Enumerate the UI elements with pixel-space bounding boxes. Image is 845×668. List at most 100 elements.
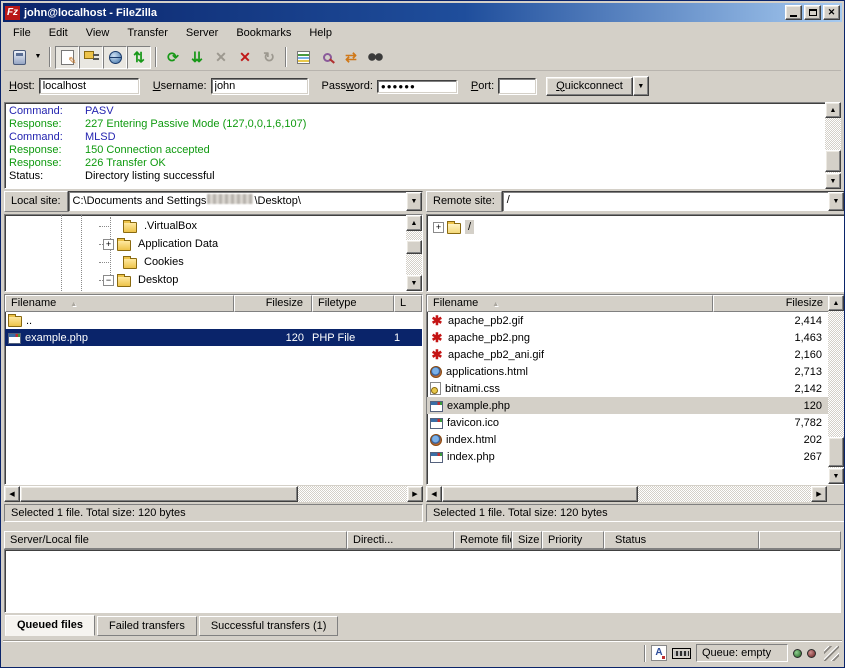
- tab-failed-transfers[interactable]: Failed transfers: [97, 616, 197, 636]
- scroll-down-icon[interactable]: ▼: [828, 468, 844, 484]
- tab-queued-files[interactable]: Queued files: [5, 615, 95, 636]
- scroll-right-icon[interactable]: ▶: [811, 486, 827, 502]
- file-row[interactable]: index.php267: [427, 448, 844, 465]
- menu-file[interactable]: File: [4, 24, 40, 42]
- log-scrollbar[interactable]: ▲ ▼: [825, 102, 841, 189]
- column-filetype[interactable]: Filetype: [312, 295, 394, 312]
- file-row[interactable]: index.html202: [427, 431, 844, 448]
- toggle-local-tree-button[interactable]: [79, 46, 103, 69]
- filters-button[interactable]: [291, 46, 315, 69]
- menu-transfer[interactable]: Transfer: [118, 24, 177, 42]
- port-input[interactable]: [498, 78, 536, 94]
- sort-ascending-icon: ▲: [492, 301, 499, 308]
- scroll-up-icon[interactable]: ▲: [828, 295, 844, 311]
- site-manager-button[interactable]: [7, 46, 31, 69]
- directory-comparison-button[interactable]: [315, 46, 339, 69]
- remote-list-hscrollbar[interactable]: ◀ ▶: [426, 486, 827, 502]
- collapse-icon[interactable]: −: [103, 275, 114, 286]
- local-path-combobox[interactable]: C:\Documents and Settings\Desktop\ ▼: [68, 191, 423, 212]
- host-input[interactable]: [39, 78, 139, 94]
- toggle-message-log-button[interactable]: ✎: [55, 46, 79, 69]
- column-priority[interactable]: Priority: [542, 531, 604, 549]
- scroll-left-icon[interactable]: ◀: [4, 486, 20, 502]
- scrollbar-thumb[interactable]: [825, 150, 841, 172]
- scrollbar-thumb[interactable]: [20, 486, 298, 502]
- column-empty[interactable]: [759, 531, 841, 549]
- local-path-dropdown-button[interactable]: ▼: [406, 192, 422, 211]
- scroll-left-icon[interactable]: ◀: [426, 486, 442, 502]
- column-filename[interactable]: Filename▲: [427, 295, 713, 312]
- quickconnect-button[interactable]: Quickconnect: [546, 77, 633, 96]
- local-site-bar: Local site: C:\Documents and Settings\De…: [4, 191, 423, 212]
- quickconnect-dropdown-button[interactable]: ▼: [633, 76, 649, 96]
- file-row-parent-dir[interactable]: ..: [5, 312, 422, 329]
- scrollbar-thumb[interactable]: [406, 240, 422, 254]
- password-input[interactable]: [377, 80, 457, 93]
- cancel-button[interactable]: ✕: [209, 46, 233, 69]
- menu-help[interactable]: Help: [300, 24, 341, 42]
- refresh-button[interactable]: ⟳: [161, 46, 185, 69]
- file-row[interactable]: ✱apache_pb2.gif2,414: [427, 312, 844, 329]
- scrollbar-thumb[interactable]: [828, 437, 844, 467]
- process-queue-button[interactable]: ⇊: [185, 46, 209, 69]
- file-row[interactable]: ✱apache_pb2_ani.gif2,160: [427, 346, 844, 363]
- tree-item-virtualbox[interactable]: .VirtualBox: [5, 217, 422, 235]
- expand-icon[interactable]: +: [433, 222, 444, 233]
- remote-list-vscrollbar[interactable]: ▲ ▼: [828, 295, 844, 484]
- local-tree-scrollbar[interactable]: ▲ ▼: [406, 215, 422, 291]
- minimize-button[interactable]: [785, 5, 802, 20]
- menu-view[interactable]: View: [77, 24, 119, 42]
- column-remote-file[interactable]: Remote file: [454, 531, 512, 549]
- file-row[interactable]: applications.html2,713: [427, 363, 844, 380]
- scrollbar-thumb[interactable]: [442, 486, 638, 502]
- local-directory-tree: .VirtualBox + Application Data Cookies −…: [4, 214, 423, 292]
- toggle-transfer-queue-button[interactable]: ⇅: [127, 46, 151, 69]
- expand-icon[interactable]: +: [103, 239, 114, 250]
- tab-successful-transfers[interactable]: Successful transfers (1): [199, 616, 339, 636]
- scroll-right-icon[interactable]: ▶: [407, 486, 423, 502]
- local-list-hscrollbar[interactable]: ◀ ▶: [4, 486, 423, 502]
- column-direction[interactable]: Directi...: [347, 531, 454, 549]
- file-row-selected[interactable]: example.php120: [427, 397, 844, 414]
- disconnect-button[interactable]: ✕: [233, 46, 257, 69]
- menu-server[interactable]: Server: [177, 24, 227, 42]
- toggle-remote-tree-button[interactable]: [103, 46, 127, 69]
- password-label: Password:: [322, 80, 373, 92]
- resize-grip[interactable]: [824, 646, 839, 661]
- tree-item-desktop[interactable]: − Desktop: [5, 271, 422, 289]
- file-row[interactable]: ✱apache_pb2.png1,463: [427, 329, 844, 346]
- tree-item-cookies[interactable]: Cookies: [5, 253, 422, 271]
- maximize-button[interactable]: [804, 5, 821, 20]
- tree-item-root[interactable]: + /: [427, 218, 844, 236]
- message-log: Command:PASV Response:227 Entering Passi…: [4, 102, 827, 189]
- menu-edit[interactable]: Edit: [40, 24, 77, 42]
- remote-path-value: /: [503, 192, 828, 211]
- reconnect-button[interactable]: ↻: [257, 46, 281, 69]
- scroll-up-icon[interactable]: ▲: [825, 102, 841, 118]
- file-row[interactable]: bitnami.css2,142: [427, 380, 844, 397]
- sync-arrows-icon: ⇄: [345, 50, 357, 64]
- column-last-modified[interactable]: L: [394, 295, 422, 312]
- scroll-down-icon[interactable]: ▼: [825, 173, 841, 189]
- scroll-down-icon[interactable]: ▼: [406, 275, 422, 291]
- site-manager-dropdown-button[interactable]: ▼: [31, 46, 45, 69]
- column-filesize[interactable]: Filesize: [713, 295, 844, 312]
- menu-bookmarks[interactable]: Bookmarks: [227, 24, 300, 42]
- remote-path-combobox[interactable]: / ▼: [502, 191, 845, 212]
- find-files-button[interactable]: [363, 46, 387, 69]
- remote-path-dropdown-button[interactable]: ▼: [828, 192, 844, 211]
- tree-item-application-data[interactable]: + Application Data: [5, 235, 422, 253]
- close-button[interactable]: ✕: [823, 5, 840, 20]
- synchronized-browsing-button[interactable]: ⇄: [339, 46, 363, 69]
- file-row[interactable]: favicon.ico7,782: [427, 414, 844, 431]
- column-status[interactable]: Status: [604, 531, 759, 549]
- status-indicator-badge-icon[interactable]: [672, 648, 691, 659]
- transfer-type-indicator-icon[interactable]: A: [651, 645, 667, 661]
- username-input[interactable]: [211, 78, 308, 94]
- column-server-local-file[interactable]: Server/Local file: [4, 531, 347, 549]
- column-filename[interactable]: Filename▲: [5, 295, 234, 312]
- column-filesize[interactable]: Filesize: [234, 295, 312, 312]
- column-size[interactable]: Size: [512, 531, 542, 549]
- file-row-example-php[interactable]: example.php 120 PHP File 1: [5, 329, 422, 346]
- scroll-up-icon[interactable]: ▲: [406, 215, 422, 231]
